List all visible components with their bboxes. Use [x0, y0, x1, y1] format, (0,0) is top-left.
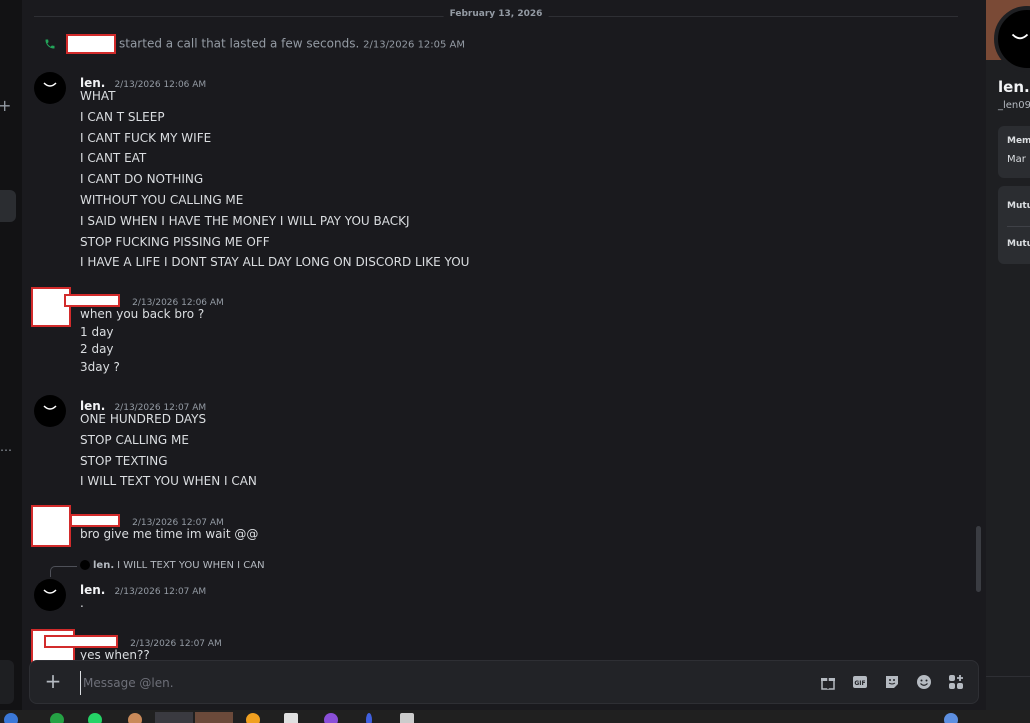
gift-icon[interactable]	[820, 674, 836, 690]
message-line: STOP CALLING ME	[80, 432, 189, 447]
redacted-avatar[interactable]	[31, 505, 71, 547]
message-line: bro give me time im wait @@	[80, 527, 259, 541]
start-icon[interactable]	[4, 713, 18, 723]
redacted-name	[66, 34, 116, 54]
avatar[interactable]	[34, 72, 66, 104]
call-event: started a call that lasted a few seconds…	[44, 34, 465, 54]
plus-icon[interactable]: +	[42, 670, 64, 692]
member-since-value: Mar	[1007, 154, 1026, 165]
message-line: 1 day	[80, 324, 114, 339]
reply-avatar	[80, 560, 90, 570]
reply-text[interactable]: I WILL TEXT YOU WHEN I CAN	[117, 560, 264, 571]
taskbar-app-active[interactable]	[195, 712, 233, 723]
mutuals-card: Mutu Mutu	[998, 186, 1030, 264]
avatar[interactable]	[34, 395, 66, 427]
reply-author[interactable]: len.	[93, 560, 114, 571]
message-line: I CANT DO NOTHING	[80, 172, 204, 187]
date-divider-label: February 13, 2026	[443, 9, 549, 19]
divider	[1007, 226, 1030, 227]
message-author[interactable]: len.	[80, 76, 105, 90]
server-list: + …	[0, 0, 22, 710]
app-icon[interactable]	[128, 713, 142, 723]
selected-channel-indicator[interactable]	[0, 190, 16, 222]
message-line: WITHOUT YOU CALLING ME	[80, 192, 244, 207]
reply-spine	[50, 566, 77, 577]
message-composer: + GIF	[29, 660, 979, 704]
apps-icon[interactable]	[948, 674, 964, 690]
chat-scrollbar[interactable]	[976, 526, 981, 592]
message-line: I CAN T SLEEP	[80, 109, 165, 124]
app-icon[interactable]	[366, 713, 372, 723]
chat-area: February 13, 2026 started a call that la…	[22, 0, 986, 710]
message-timestamp: 2/13/2026 12:07 AM	[114, 587, 207, 597]
tray-icon[interactable]	[944, 713, 958, 723]
date-divider: February 13, 2026	[34, 9, 958, 19]
redacted-author[interactable]	[44, 635, 118, 648]
reply-preview[interactable]: len. I WILL TEXT YOU WHEN I CAN	[80, 560, 265, 571]
redacted-author[interactable]	[70, 514, 120, 527]
call-event-timestamp: 2/13/2026 12:05 AM	[363, 39, 466, 51]
message-line: 2 day	[80, 342, 114, 357]
call-event-text: started a call that lasted a few seconds…	[119, 36, 360, 51]
app-icon[interactable]	[324, 713, 338, 723]
taskbar	[0, 710, 1030, 723]
mutual-servers[interactable]: Mutu	[1007, 201, 1030, 211]
avatar[interactable]	[34, 579, 66, 611]
message-line: I WILL TEXT YOU WHEN I CAN	[80, 474, 257, 489]
notepad-icon[interactable]	[284, 713, 298, 723]
message-line: when you back bro ?	[80, 307, 205, 321]
message-line: ONE HUNDRED DAYS	[80, 412, 207, 426]
user-panel[interactable]	[0, 660, 14, 704]
emoji-icon[interactable]	[916, 674, 932, 690]
message-line: I CANT FUCK MY WIFE	[80, 130, 212, 145]
member-since-label: Mem	[1007, 136, 1030, 146]
message-input[interactable]	[80, 671, 785, 695]
profile-username: _len09	[998, 100, 1030, 111]
app-icon[interactable]	[400, 713, 414, 723]
add-server-icon[interactable]: +	[0, 96, 11, 115]
sticker-icon[interactable]	[884, 674, 900, 690]
phone-icon	[44, 38, 56, 50]
panel-footer	[986, 676, 1030, 710]
app-icon[interactable]	[246, 713, 260, 723]
message-author[interactable]: len.	[80, 399, 105, 413]
message-line: .	[80, 596, 84, 610]
member-since-card: Mem Mar	[998, 126, 1030, 178]
app-icon[interactable]	[50, 713, 64, 723]
message-line: STOP TEXTING	[80, 453, 168, 468]
svg-text:GIF: GIF	[854, 680, 865, 687]
message-line: I CANT EAT	[80, 151, 147, 166]
message-line: STOP FUCKING PISSING ME OFF	[80, 234, 270, 249]
message-line: I HAVE A LIFE I DONT STAY ALL DAY LONG O…	[80, 255, 470, 270]
whatsapp-icon[interactable]	[88, 713, 102, 723]
gif-icon[interactable]: GIF	[852, 674, 868, 690]
message-line: 3day ?	[80, 359, 120, 374]
profile-name: len.	[998, 78, 1030, 96]
more-icon[interactable]: …	[0, 440, 12, 454]
message-line: WHAT	[80, 89, 116, 103]
redacted-author[interactable]	[64, 294, 120, 307]
message-author[interactable]: len.	[80, 583, 105, 597]
mutual-friends[interactable]: Mutu	[1007, 239, 1030, 249]
taskbar-app-active[interactable]	[155, 712, 193, 723]
profile-panel: len. _len09 Mem Mar Mutu Mutu	[986, 0, 1030, 710]
message-line: I SAID WHEN I HAVE THE MONEY I WILL PAY …	[80, 213, 410, 228]
